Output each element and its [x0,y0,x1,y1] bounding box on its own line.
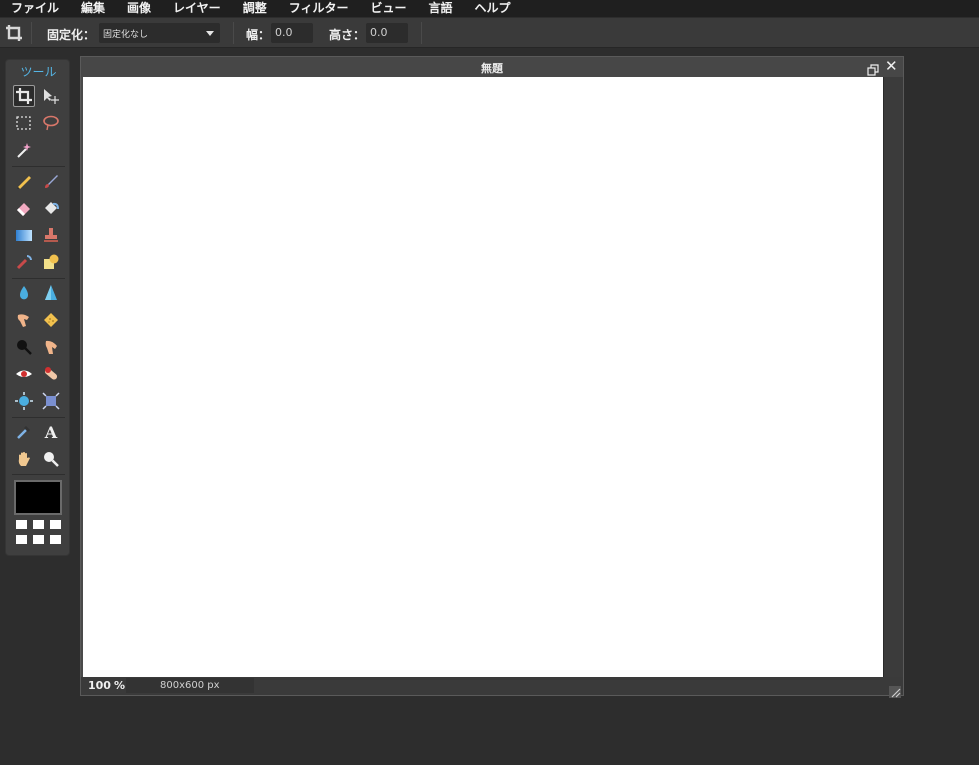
color-replace-tool[interactable] [13,251,35,273]
tools-title: ツール [20,65,57,79]
separator [421,22,422,44]
zoom-input[interactable]: 100 [88,679,111,692]
vertical-scrollbar[interactable] [884,77,903,677]
smudge-icon [17,314,29,327]
foreground-color-swatch[interactable] [14,480,62,515]
document-statusbar: 100 % 800x600 px [81,677,903,695]
menu-edit[interactable]: 編集 [70,0,116,17]
color-replace-icon [16,255,32,270]
pencil-icon [17,176,31,189]
fixed-label: 固定化： [47,28,96,42]
height-input[interactable]: 0.0 [366,23,408,43]
red-eye-tool[interactable] [13,363,35,385]
brush-tool[interactable] [40,170,62,192]
separator [31,22,32,44]
document-title: 無題 [481,62,503,75]
menu-layer[interactable]: レイヤー [162,0,232,17]
bloat-tool[interactable] [13,390,35,412]
restore-icon[interactable] [867,61,879,76]
magic-wand-icon [17,143,31,158]
chevron-down-icon [206,31,214,36]
shape-icon [44,254,59,269]
document-window: 無題 ✕ 100 % 800x600 px [80,56,904,698]
separator [12,278,65,279]
resize-grip-icon[interactable] [889,683,901,698]
clone-stamp-tool[interactable] [40,224,62,246]
blur-icon [20,286,28,300]
gradient-icon [16,230,32,241]
menu-file[interactable]: ファイル [0,0,70,17]
text-icon: A [44,423,58,441]
text-tool[interactable]: A [40,421,62,443]
hand-icon [18,452,30,466]
move-tool[interactable] [40,85,62,107]
zoom-icon [44,452,59,467]
canvas[interactable] [83,77,883,677]
fixed-select[interactable]: 固定化なし [99,23,220,43]
svg-text:A: A [44,423,58,441]
eyedropper-icon [17,426,30,439]
menu-view[interactable]: ビュー [359,0,417,17]
pinch-icon [42,392,60,410]
paint-bucket-tool[interactable] [40,197,62,219]
separator [12,474,65,475]
sharpen-icon [45,285,57,300]
eraser-tool[interactable] [13,197,35,219]
menu-filter[interactable]: フィルター [278,0,360,17]
width-input[interactable]: 0.0 [271,23,313,43]
smudge-tool[interactable] [13,309,35,331]
crop-tool[interactable] [13,85,35,107]
pinch-tool[interactable] [40,390,62,412]
width-label: 幅： [246,28,271,42]
spot-heal-icon [44,367,58,380]
move-icon [44,89,59,104]
red-eye-icon [16,370,32,377]
separator [12,417,65,418]
image-dimensions: 800x600 px [160,680,220,691]
bloat-icon [15,392,33,410]
brush-icon [45,175,58,188]
menu-language[interactable]: 言語 [417,0,463,17]
menu-help[interactable]: ヘルプ [464,0,522,17]
sharpen-tool[interactable] [40,282,62,304]
eraser-icon [17,203,30,216]
marquee-tool[interactable] [13,112,35,134]
pencil-tool[interactable] [13,170,35,192]
burn-tool[interactable] [13,336,35,358]
fixed-select-value: 固定化なし [103,30,149,40]
sponge-icon [44,313,58,327]
height-label: 高さ： [329,28,366,42]
bucket-icon [45,202,59,214]
separator [12,166,65,167]
options-bar: 固定化： 固定化なし 幅： 0.0 高さ： 0.0 [0,18,979,48]
dodge-tool[interactable] [40,336,62,358]
hand-tool[interactable] [13,448,35,470]
zoom-tool[interactable] [40,448,62,470]
gradient-tool[interactable] [13,224,35,246]
shape-tool[interactable] [40,251,62,273]
crop-icon [4,23,24,43]
sponge-tool[interactable] [40,309,62,331]
zoom-unit: % [114,679,126,692]
dodge-icon [45,340,57,354]
spot-heal-tool[interactable] [40,363,62,385]
menu-image[interactable]: 画像 [116,0,162,17]
grid-icon[interactable] [16,519,62,547]
stamp-icon [44,228,58,242]
eyedropper-tool[interactable] [13,421,35,443]
crop-icon [16,88,32,104]
burn-icon [17,340,32,355]
lasso-icon [43,115,59,131]
menu-bar: ファイル 編集 画像 レイヤー 調整 フィルター ビュー 言語 ヘルプ [0,0,979,17]
blur-tool[interactable] [13,282,35,304]
document-titlebar[interactable]: 無題 ✕ [81,57,903,77]
close-icon[interactable]: ✕ [885,58,898,74]
magic-wand-tool[interactable] [13,139,35,161]
marquee-icon [16,116,31,130]
tools-panel: ツール A [5,59,70,556]
separator [233,22,234,44]
menu-adjust[interactable]: 調整 [232,0,278,17]
lasso-tool[interactable] [40,112,62,134]
